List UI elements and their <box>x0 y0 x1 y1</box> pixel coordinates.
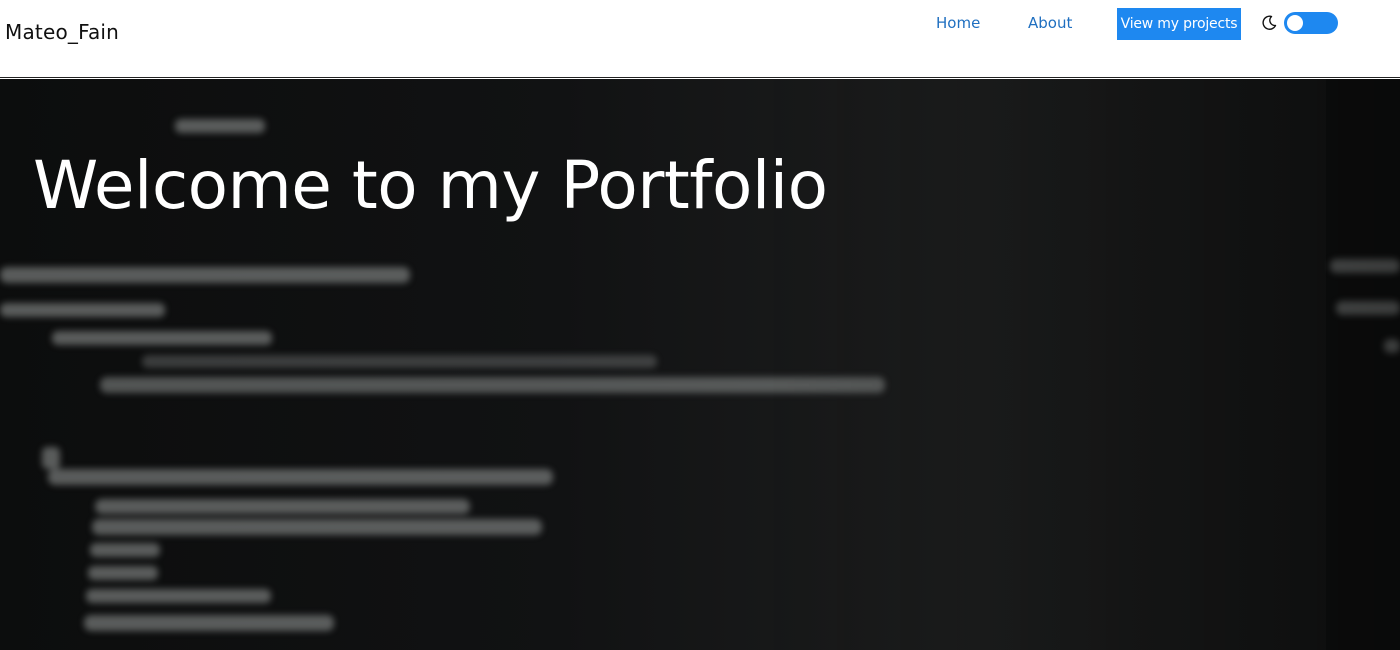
navbar: Mateo_Fain Home About View my projects <box>0 0 1400 78</box>
nav-link-home[interactable]: Home <box>936 14 980 32</box>
dark-mode-toggle[interactable] <box>1284 12 1338 34</box>
hero-title: Welcome to my Portfolio <box>33 147 828 224</box>
view-projects-button[interactable]: View my projects <box>1117 8 1241 40</box>
nav-link-about[interactable]: About <box>1028 14 1072 32</box>
toggle-knob <box>1287 15 1303 31</box>
brand-name[interactable]: Mateo_Fain <box>5 20 119 44</box>
moon-icon <box>1262 15 1277 30</box>
hero-section: Welcome to my Portfolio <box>0 79 1400 650</box>
